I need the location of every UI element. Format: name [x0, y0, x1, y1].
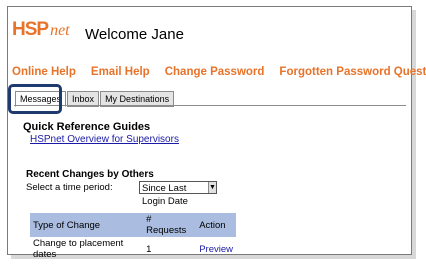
logo-main-text: HSP: [12, 19, 49, 40]
online-help-link[interactable]: Online Help: [12, 66, 76, 78]
type-of-change-cell: Change to placement dates: [33, 238, 124, 260]
top-links: Online Help Email Help Change Password F…: [12, 66, 426, 78]
frame-shadow-right: [412, 10, 416, 257]
table-header-row: Type of Change # Requests Action: [30, 213, 236, 237]
quick-reference-title: Quick Reference Guides: [23, 121, 151, 133]
time-period-select[interactable]: Since Last Login Date ▼: [139, 181, 217, 207]
email-help-link[interactable]: Email Help: [91, 66, 150, 78]
table-row: Change to placement dates 1 Preview: [30, 237, 236, 261]
tab-divider: [14, 105, 406, 106]
recent-changes-title: Recent Changes by Others: [26, 169, 154, 180]
column-header: Type of Change: [30, 213, 144, 237]
logo-suffix-text: net: [50, 22, 70, 39]
column-header: Action: [196, 213, 236, 237]
column-header: # Requests: [143, 213, 197, 237]
recent-changes-table: Type of Change # Requests Action Change …: [30, 213, 236, 261]
requests-count-cell: 1: [146, 243, 152, 255]
welcome-message: Welcome Jane: [85, 26, 184, 43]
hspnet-overview-link[interactable]: HSPnet Overview for Supervisors: [30, 134, 179, 145]
chevron-down-icon[interactable]: ▼: [207, 182, 216, 193]
hspnet-logo: HSP net: [12, 19, 70, 41]
forgotten-password-question-link[interactable]: Forgotten Password Question: [279, 66, 426, 78]
messages-tab-highlight: [8, 84, 62, 114]
time-period-label: Select a time period:: [26, 182, 113, 193]
time-period-value: Since Last Login Date: [142, 183, 188, 207]
preview-link[interactable]: Preview: [196, 237, 236, 261]
change-password-link[interactable]: Change Password: [165, 66, 265, 78]
